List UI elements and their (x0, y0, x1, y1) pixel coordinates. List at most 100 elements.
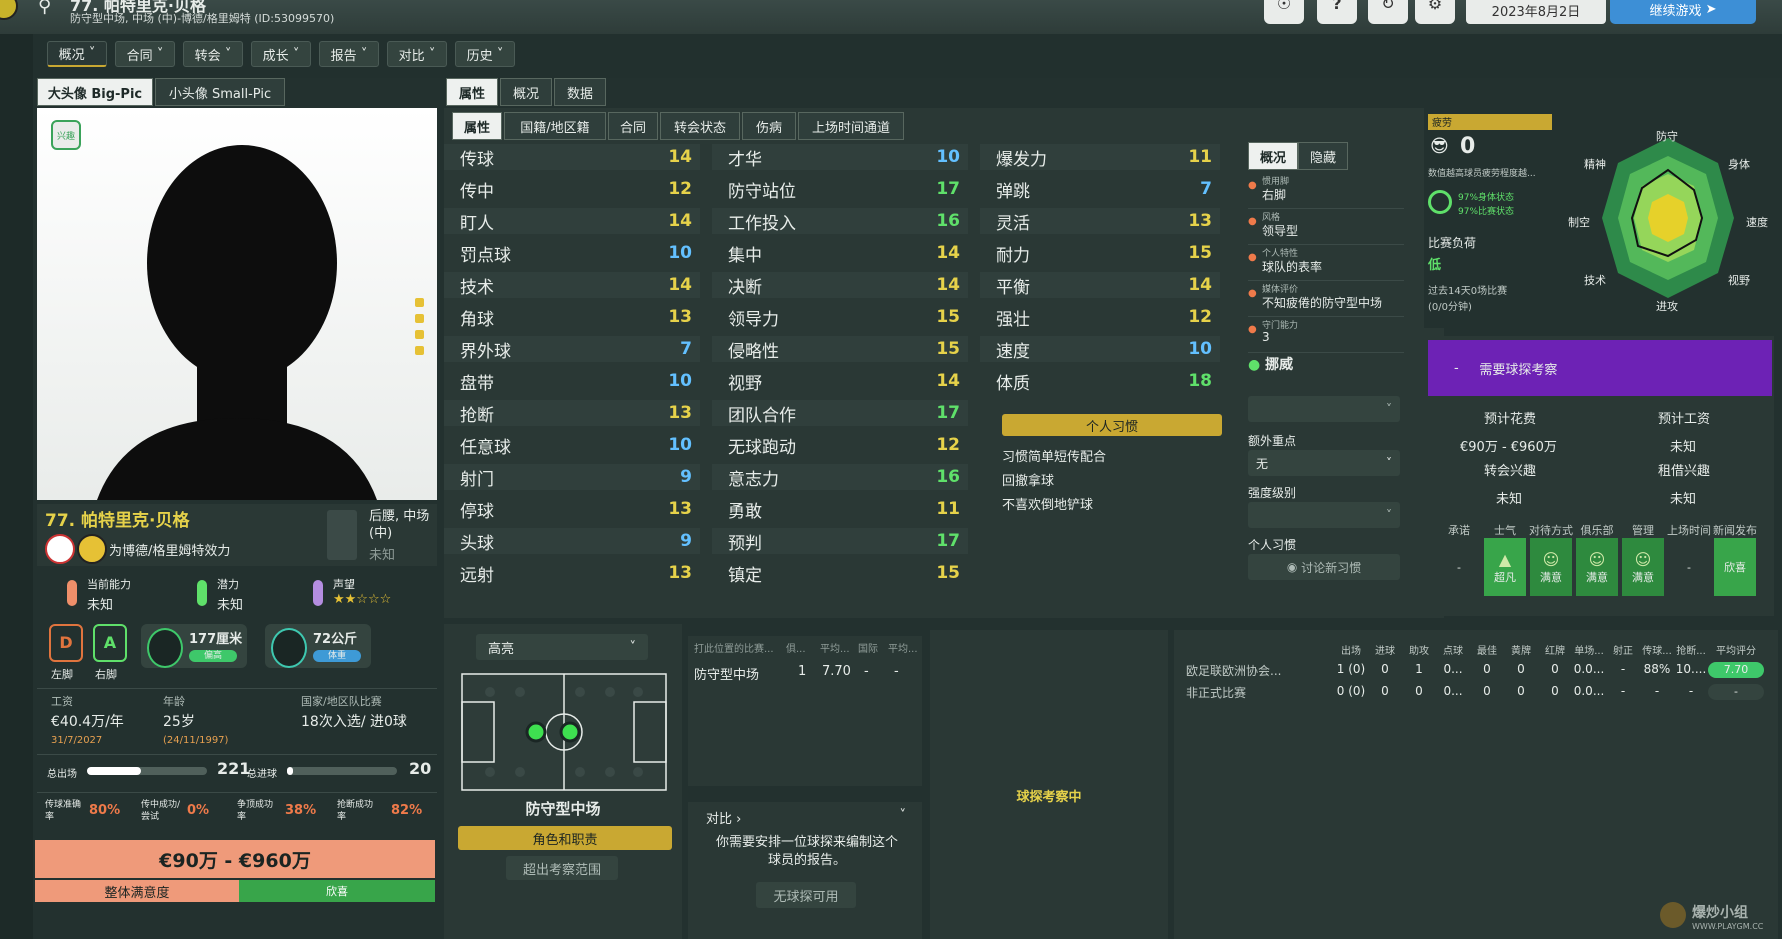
settings-button[interactable]: ⚙ (1415, 0, 1455, 24)
morale-cell[interactable]: ▲ 超凡 (1484, 538, 1526, 596)
fatigue-desc: 数值越高球员疲劳程度越... (1428, 169, 1536, 179)
pager-dots[interactable] (415, 298, 425, 355)
attribute-row[interactable]: 灵活 13 (980, 208, 1220, 234)
search-icon[interactable]: ⚲ (38, 0, 58, 17)
morale-cell[interactable]: - (1668, 538, 1710, 596)
compare-toggle[interactable]: 对比 › ˅ (706, 808, 906, 827)
no-scout-button[interactable]: 无球探可用 (756, 882, 856, 908)
morale-cell[interactable]: ☺ 满意 (1622, 538, 1664, 596)
nav-history[interactable]: 历史 ˅ (455, 41, 515, 67)
morale-cell[interactable]: - (1438, 538, 1480, 596)
scouting-status: 球探考察中 (1016, 790, 1082, 805)
attribute-row[interactable]: 强壮 12 (980, 304, 1220, 330)
attribute-row[interactable]: 角球 13 (444, 304, 700, 330)
attribute-row[interactable]: 视野 14 (712, 368, 968, 394)
attribute-value: 11 (936, 499, 960, 519)
radar-label: 视野 (1728, 274, 1750, 287)
attribute-row[interactable]: 头球 9 (444, 528, 700, 554)
attribute-row[interactable]: 罚点球 10 (444, 240, 700, 266)
empty-select[interactable]: ˅ (1248, 396, 1400, 422)
attribute-row[interactable]: 才华 10 (712, 144, 968, 170)
mic-button[interactable]: ☉ (1264, 0, 1304, 24)
attribute-row[interactable]: 侵略性 15 (712, 336, 968, 362)
nav-overview[interactable]: 概况 ˅ (47, 41, 107, 67)
attribute-row[interactable]: 工作投入 16 (712, 208, 968, 234)
continue-button[interactable]: 继续游戏 ➤ (1610, 0, 1756, 24)
attribute-row[interactable]: 盘带 10 (444, 368, 700, 394)
subtab-injury[interactable]: 伤病 (742, 112, 796, 140)
subtab-attributes[interactable]: 属性 (452, 112, 502, 140)
club-line[interactable]: 为博德/格里姆特效力 (109, 540, 230, 559)
attribute-row[interactable]: 预判 17 (712, 528, 968, 554)
attribute-row[interactable]: 远射 13 (444, 560, 700, 586)
attribute-name: 盘带 (460, 373, 494, 394)
table-row[interactable]: 欧足联欧洲协会... 1 (0) 0 1 0... 0 0 0 0.0... - 88% 10....… (1174, 660, 1778, 682)
attribute-row[interactable]: 停球 13 (444, 496, 700, 522)
attribute-row[interactable]: 速度 10 (980, 336, 1220, 362)
attribute-row[interactable]: 镇定 15 (712, 560, 968, 586)
morale-cell[interactable]: ☺ 满意 (1576, 538, 1618, 596)
attribute-row[interactable]: 平衡 14 (980, 272, 1220, 298)
out-of-scope-button[interactable]: 超出考察范围 (506, 856, 618, 880)
feet-section: D 左脚 A 右脚 177厘米 偏高 72公斤 体重 (37, 620, 437, 686)
extra-focus-select[interactable]: 无 ˅ (1248, 450, 1400, 476)
scout-banner[interactable]: - 需要球探考察 (1428, 340, 1772, 396)
attribute-row[interactable]: 决断 14 (712, 272, 968, 298)
season-col-header: 最佳 (1477, 646, 1497, 657)
nav-compare[interactable]: 对比 ˅ (387, 41, 447, 67)
page-subtitle: 防守型中场, 中场 (中)-博德/格里姆特 (ID:53099570) (70, 12, 335, 25)
tab-data[interactable]: 数据 (554, 78, 606, 106)
nav-development[interactable]: 成长 ˅ (251, 41, 311, 67)
nav-reports[interactable]: 报告 ˅ (319, 41, 379, 67)
tab-overview[interactable]: 概况 (500, 78, 552, 106)
attribute-row[interactable]: 意志力 16 (712, 464, 968, 490)
attribute-value: 17 (936, 403, 960, 423)
tab-label: 属性 (458, 86, 485, 102)
attribute-row[interactable]: 技术 14 (444, 272, 700, 298)
intensity-select[interactable]: ˅ (1248, 502, 1400, 528)
attribute-row[interactable]: 界外球 7 (444, 336, 700, 362)
nav-transfer[interactable]: 转会 ˅ (183, 41, 243, 67)
tab-attributes[interactable]: 属性 (446, 78, 498, 106)
morale-cell[interactable]: ☺ 满意 (1530, 538, 1572, 596)
refresh-button[interactable]: ↻ (1368, 0, 1408, 24)
attribute-row[interactable]: 传球 14 (444, 144, 700, 170)
attribute-row[interactable]: 抢断 13 (444, 400, 700, 426)
attribute-row[interactable]: 爆发力 11 (980, 144, 1220, 170)
table-row[interactable]: 非正式比赛 0 (0) 0 0 0... 0 0 0 0.0... - - - - (1174, 682, 1778, 704)
stats-row: 传球准确率 80% 传中成功/尝试 0% 争顶成功率 38% 抢断成功率 82% (37, 792, 437, 833)
tab-small-pic[interactable]: 小头像 Small-Pic (155, 78, 285, 106)
attribute-row[interactable]: 领导力 15 (712, 304, 968, 330)
attribute-name: 头球 (460, 533, 494, 554)
attribute-row[interactable]: 无球跑动 12 (712, 432, 968, 458)
attribute-row[interactable]: 任意球 10 (444, 432, 700, 458)
discuss-habit-button[interactable]: ◉ 讨论新习惯 (1248, 554, 1400, 580)
attribute-row[interactable]: 团队合作 17 (712, 400, 968, 426)
attribute-row[interactable]: 传中 12 (444, 176, 700, 202)
highlight-dropdown[interactable]: 高亮 ˅ (476, 634, 648, 660)
attribute-row[interactable]: 盯人 14 (444, 208, 700, 234)
attribute-value: 17 (936, 179, 960, 199)
tab-big-pic[interactable]: 大头像 Big-Pic (37, 78, 153, 106)
attribute-row[interactable]: 耐力 15 (980, 240, 1220, 266)
tab-side-overview[interactable]: 概况 (1248, 142, 1298, 170)
help-button[interactable]: ? (1317, 0, 1357, 24)
attribute-row[interactable]: 集中 14 (712, 240, 968, 266)
left-foot-grade: D (59, 633, 73, 652)
attribute-row[interactable]: 射门 9 (444, 464, 700, 490)
subtab-transfer-status[interactable]: 转会状态 (660, 112, 740, 140)
role-duty-button[interactable]: 角色和职责 (458, 826, 672, 850)
weight-value: 72公斤 (313, 632, 358, 647)
attribute-row[interactable]: 勇敢 11 (712, 496, 968, 522)
nav-contract[interactable]: 合同 ˅ (115, 41, 175, 67)
subtab-nationality[interactable]: 国籍/地区籍 (504, 112, 606, 140)
attribute-row[interactable]: 体质 18 (980, 368, 1220, 394)
attribute-row[interactable]: 防守站位 17 (712, 176, 968, 202)
loan-interest-value: 未知 (1670, 492, 1697, 507)
subtab-contract[interactable]: 合同 (608, 112, 658, 140)
attribute-row[interactable]: 弹跳 7 (980, 176, 1220, 202)
subtab-playing-time[interactable]: 上场时间通道 (798, 112, 904, 140)
morale-cell[interactable]: 欣喜 (1714, 538, 1756, 596)
stat-value: 0% (187, 803, 210, 818)
tab-side-hidden[interactable]: 隐藏 (1298, 142, 1348, 170)
